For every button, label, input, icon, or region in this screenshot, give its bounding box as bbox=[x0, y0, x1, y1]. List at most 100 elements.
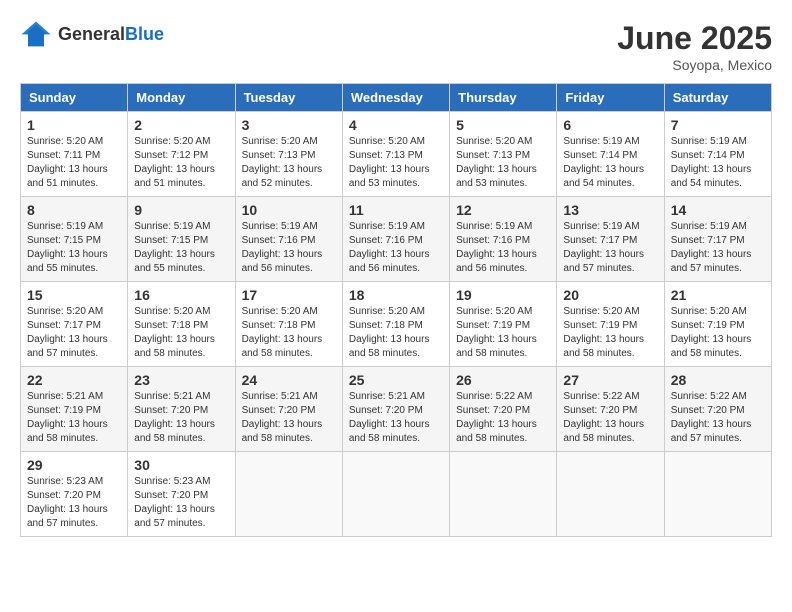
day-number: 5 bbox=[456, 117, 550, 133]
table-row: 26 Sunrise: 5:22 AM Sunset: 7:20 PM Dayl… bbox=[450, 367, 557, 452]
cell-info: Sunrise: 5:19 AM Sunset: 7:15 PM Dayligh… bbox=[27, 220, 121, 276]
table-row: 20 Sunrise: 5:20 AM Sunset: 7:19 PM Dayl… bbox=[557, 282, 664, 367]
cell-info: Sunrise: 5:20 AM Sunset: 7:19 PM Dayligh… bbox=[563, 305, 657, 361]
day-number: 21 bbox=[671, 287, 765, 303]
calendar-week-1: 1 Sunrise: 5:20 AM Sunset: 7:11 PM Dayli… bbox=[21, 112, 772, 197]
table-row: 24 Sunrise: 5:21 AM Sunset: 7:20 PM Dayl… bbox=[235, 367, 342, 452]
table-row: 18 Sunrise: 5:20 AM Sunset: 7:18 PM Dayl… bbox=[342, 282, 449, 367]
cell-info: Sunrise: 5:19 AM Sunset: 7:17 PM Dayligh… bbox=[671, 220, 765, 276]
table-row: 16 Sunrise: 5:20 AM Sunset: 7:18 PM Dayl… bbox=[128, 282, 235, 367]
day-number: 29 bbox=[27, 457, 121, 473]
cell-info: Sunrise: 5:20 AM Sunset: 7:18 PM Dayligh… bbox=[134, 305, 228, 361]
table-row: 29 Sunrise: 5:23 AM Sunset: 7:20 PM Dayl… bbox=[21, 452, 128, 537]
cell-info: Sunrise: 5:21 AM Sunset: 7:20 PM Dayligh… bbox=[349, 390, 443, 446]
cell-info: Sunrise: 5:20 AM Sunset: 7:13 PM Dayligh… bbox=[349, 135, 443, 191]
day-number: 7 bbox=[671, 117, 765, 133]
day-number: 2 bbox=[134, 117, 228, 133]
table-row: 13 Sunrise: 5:19 AM Sunset: 7:17 PM Dayl… bbox=[557, 197, 664, 282]
table-row: 17 Sunrise: 5:20 AM Sunset: 7:18 PM Dayl… bbox=[235, 282, 342, 367]
day-number: 10 bbox=[242, 202, 336, 218]
day-number: 26 bbox=[456, 372, 550, 388]
cell-info: Sunrise: 5:19 AM Sunset: 7:16 PM Dayligh… bbox=[456, 220, 550, 276]
page-header: GeneralBlue June 2025 Soyopa, Mexico bbox=[20, 20, 772, 73]
day-number: 23 bbox=[134, 372, 228, 388]
logo-icon bbox=[20, 20, 52, 48]
day-number: 28 bbox=[671, 372, 765, 388]
calendar-week-3: 15 Sunrise: 5:20 AM Sunset: 7:17 PM Dayl… bbox=[21, 282, 772, 367]
day-number: 25 bbox=[349, 372, 443, 388]
day-number: 20 bbox=[563, 287, 657, 303]
day-number: 30 bbox=[134, 457, 228, 473]
table-row: 6 Sunrise: 5:19 AM Sunset: 7:14 PM Dayli… bbox=[557, 112, 664, 197]
table-row: 21 Sunrise: 5:20 AM Sunset: 7:19 PM Dayl… bbox=[664, 282, 771, 367]
day-number: 8 bbox=[27, 202, 121, 218]
cell-info: Sunrise: 5:19 AM Sunset: 7:17 PM Dayligh… bbox=[563, 220, 657, 276]
col-wednesday: Wednesday bbox=[342, 84, 449, 112]
day-number: 3 bbox=[242, 117, 336, 133]
table-row: 22 Sunrise: 5:21 AM Sunset: 7:19 PM Dayl… bbox=[21, 367, 128, 452]
cell-info: Sunrise: 5:20 AM Sunset: 7:17 PM Dayligh… bbox=[27, 305, 121, 361]
table-row: 27 Sunrise: 5:22 AM Sunset: 7:20 PM Dayl… bbox=[557, 367, 664, 452]
month-title: June 2025 bbox=[617, 20, 772, 57]
table-row: 23 Sunrise: 5:21 AM Sunset: 7:20 PM Dayl… bbox=[128, 367, 235, 452]
logo-text: GeneralBlue bbox=[58, 24, 164, 45]
cell-info: Sunrise: 5:20 AM Sunset: 7:19 PM Dayligh… bbox=[671, 305, 765, 361]
table-row: 28 Sunrise: 5:22 AM Sunset: 7:20 PM Dayl… bbox=[664, 367, 771, 452]
table-row: 14 Sunrise: 5:19 AM Sunset: 7:17 PM Dayl… bbox=[664, 197, 771, 282]
day-number: 15 bbox=[27, 287, 121, 303]
cell-info: Sunrise: 5:20 AM Sunset: 7:12 PM Dayligh… bbox=[134, 135, 228, 191]
day-number: 27 bbox=[563, 372, 657, 388]
cell-info: Sunrise: 5:23 AM Sunset: 7:20 PM Dayligh… bbox=[134, 475, 228, 531]
day-number: 4 bbox=[349, 117, 443, 133]
day-number: 11 bbox=[349, 202, 443, 218]
table-row: 4 Sunrise: 5:20 AM Sunset: 7:13 PM Dayli… bbox=[342, 112, 449, 197]
table-row: 9 Sunrise: 5:19 AM Sunset: 7:15 PM Dayli… bbox=[128, 197, 235, 282]
table-row: 3 Sunrise: 5:20 AM Sunset: 7:13 PM Dayli… bbox=[235, 112, 342, 197]
table-row: 5 Sunrise: 5:20 AM Sunset: 7:13 PM Dayli… bbox=[450, 112, 557, 197]
location-title: Soyopa, Mexico bbox=[617, 57, 772, 73]
col-monday: Monday bbox=[128, 84, 235, 112]
table-row bbox=[664, 452, 771, 537]
header-row: Sunday Monday Tuesday Wednesday Thursday… bbox=[21, 84, 772, 112]
logo-blue: Blue bbox=[125, 24, 164, 44]
calendar-week-2: 8 Sunrise: 5:19 AM Sunset: 7:15 PM Dayli… bbox=[21, 197, 772, 282]
table-row bbox=[342, 452, 449, 537]
table-row: 10 Sunrise: 5:19 AM Sunset: 7:16 PM Dayl… bbox=[235, 197, 342, 282]
table-row: 30 Sunrise: 5:23 AM Sunset: 7:20 PM Dayl… bbox=[128, 452, 235, 537]
day-number: 12 bbox=[456, 202, 550, 218]
calendar-week-4: 22 Sunrise: 5:21 AM Sunset: 7:19 PM Dayl… bbox=[21, 367, 772, 452]
table-row: 1 Sunrise: 5:20 AM Sunset: 7:11 PM Dayli… bbox=[21, 112, 128, 197]
cell-info: Sunrise: 5:21 AM Sunset: 7:20 PM Dayligh… bbox=[242, 390, 336, 446]
col-saturday: Saturday bbox=[664, 84, 771, 112]
day-number: 1 bbox=[27, 117, 121, 133]
table-row bbox=[450, 452, 557, 537]
day-number: 9 bbox=[134, 202, 228, 218]
logo-general: General bbox=[58, 24, 125, 44]
cell-info: Sunrise: 5:20 AM Sunset: 7:19 PM Dayligh… bbox=[456, 305, 550, 361]
col-friday: Friday bbox=[557, 84, 664, 112]
table-row: 15 Sunrise: 5:20 AM Sunset: 7:17 PM Dayl… bbox=[21, 282, 128, 367]
cell-info: Sunrise: 5:19 AM Sunset: 7:14 PM Dayligh… bbox=[563, 135, 657, 191]
cell-info: Sunrise: 5:21 AM Sunset: 7:19 PM Dayligh… bbox=[27, 390, 121, 446]
cell-info: Sunrise: 5:19 AM Sunset: 7:16 PM Dayligh… bbox=[242, 220, 336, 276]
cell-info: Sunrise: 5:20 AM Sunset: 7:18 PM Dayligh… bbox=[242, 305, 336, 361]
table-row bbox=[557, 452, 664, 537]
cell-info: Sunrise: 5:22 AM Sunset: 7:20 PM Dayligh… bbox=[563, 390, 657, 446]
cell-info: Sunrise: 5:22 AM Sunset: 7:20 PM Dayligh… bbox=[671, 390, 765, 446]
table-row: 2 Sunrise: 5:20 AM Sunset: 7:12 PM Dayli… bbox=[128, 112, 235, 197]
table-row bbox=[235, 452, 342, 537]
calendar-table: Sunday Monday Tuesday Wednesday Thursday… bbox=[20, 83, 772, 537]
cell-info: Sunrise: 5:19 AM Sunset: 7:16 PM Dayligh… bbox=[349, 220, 443, 276]
day-number: 13 bbox=[563, 202, 657, 218]
col-sunday: Sunday bbox=[21, 84, 128, 112]
col-tuesday: Tuesday bbox=[235, 84, 342, 112]
day-number: 17 bbox=[242, 287, 336, 303]
day-number: 22 bbox=[27, 372, 121, 388]
cell-info: Sunrise: 5:19 AM Sunset: 7:15 PM Dayligh… bbox=[134, 220, 228, 276]
day-number: 19 bbox=[456, 287, 550, 303]
table-row: 7 Sunrise: 5:19 AM Sunset: 7:14 PM Dayli… bbox=[664, 112, 771, 197]
day-number: 6 bbox=[563, 117, 657, 133]
day-number: 14 bbox=[671, 202, 765, 218]
col-thursday: Thursday bbox=[450, 84, 557, 112]
logo: GeneralBlue bbox=[20, 20, 164, 48]
